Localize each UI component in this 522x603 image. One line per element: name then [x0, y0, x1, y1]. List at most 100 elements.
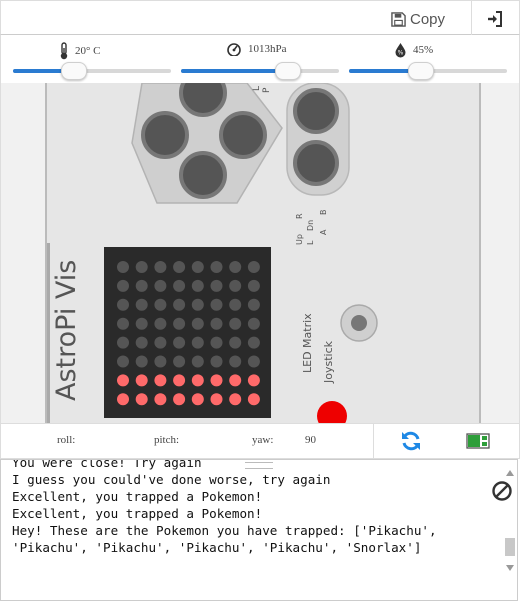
- pressure-slider-thumb[interactable]: [274, 62, 301, 80]
- led-pixel: [135, 279, 148, 292]
- yaw-label: yaw:: [252, 434, 274, 446]
- led-pixel: [154, 317, 167, 330]
- led-pixel: [117, 393, 129, 406]
- refresh-icon[interactable]: [400, 430, 422, 452]
- svg-text:%: %: [398, 50, 404, 57]
- joystick-knob[interactable]: [351, 315, 367, 331]
- led-pixel: [210, 279, 223, 292]
- led-pixel: [210, 355, 223, 368]
- copy-label: Copy: [410, 10, 446, 28]
- board-partial-label-2: P: [262, 87, 272, 93]
- led-pixel: [191, 298, 204, 311]
- led-pixel: [191, 261, 204, 273]
- led-pixel: [229, 374, 242, 387]
- board-partial-label: L: [252, 86, 262, 91]
- dpad-down-button[interactable]: [179, 151, 227, 199]
- button-a-label: A: [319, 229, 328, 235]
- humidity-slider-thumb[interactable]: [408, 62, 435, 80]
- pressure-slider[interactable]: [181, 62, 339, 80]
- dpad-left-label: L: [306, 240, 315, 245]
- led-pixel: [191, 393, 204, 406]
- gauge-icon: [227, 43, 241, 56]
- led-pixel: [154, 279, 167, 292]
- led-pixel: [154, 355, 167, 368]
- led-pixel: [247, 355, 260, 368]
- led-pixel: [173, 261, 186, 273]
- dpad-up-button[interactable]: [179, 83, 227, 117]
- humidity-control: % 45%: [349, 35, 507, 83]
- copy-button[interactable]: Copy: [391, 5, 445, 33]
- save-icon: [391, 11, 406, 27]
- led-pixel: [117, 279, 129, 292]
- temperature-slider-thumb[interactable]: [61, 62, 88, 80]
- humidity-slider[interactable]: [349, 62, 507, 80]
- led-pixel: [154, 393, 167, 406]
- scrollbar-thumb[interactable]: [505, 538, 515, 556]
- led-pixel: [247, 317, 260, 330]
- led-pixel: [229, 261, 242, 273]
- led-pixel: [135, 298, 148, 311]
- led-pixel: [229, 279, 242, 292]
- temperature-slider[interactable]: [13, 62, 171, 80]
- imu-bar: roll: pitch: yaw: 90: [0, 423, 520, 460]
- yaw-value: 90: [305, 434, 316, 446]
- roll-label: roll:: [57, 434, 76, 446]
- console-line: You were close! Try again: [12, 459, 202, 470]
- led-pixel: [173, 355, 186, 368]
- led-pixel: [191, 279, 204, 292]
- led-matrix: [104, 247, 271, 418]
- led-pixel: [117, 261, 129, 273]
- humidity-icon: %: [395, 43, 406, 58]
- toolbar-divider: [471, 1, 472, 36]
- button-a[interactable]: [293, 88, 339, 134]
- console-line: Excellent, you trapped a Pokemon!: [12, 489, 263, 504]
- imu-divider: [373, 424, 374, 460]
- sense-hat-icon[interactable]: [466, 433, 490, 449]
- joystick-label: Joystick: [322, 340, 335, 384]
- dpad-up-label: Up: [295, 234, 304, 245]
- console-line: Excellent, you trapped a Pokemon!: [12, 506, 263, 521]
- dpad-right-button[interactable]: [219, 111, 267, 159]
- led-pixel: [135, 393, 148, 406]
- console-line: Hey! These are the Pokemon you have trap…: [12, 523, 437, 538]
- board-viewport: L P Up L R Dn B A AstroPi Vis LED Matrix…: [0, 83, 520, 423]
- led-pixel: [173, 374, 186, 387]
- humidity-value: 45%: [413, 44, 434, 56]
- dpad-down-label: Dn: [306, 220, 315, 231]
- led-matrix-label: LED Matrix: [301, 313, 314, 373]
- led-pixel: [210, 298, 223, 311]
- led-pixel: [247, 298, 260, 311]
- button-b[interactable]: [293, 140, 339, 186]
- temperature-control: 20° C: [13, 35, 171, 83]
- sign-in-icon[interactable]: [485, 9, 505, 29]
- led-pixel: [154, 298, 167, 311]
- led-pixel: [210, 336, 223, 349]
- dpad-left-button[interactable]: [141, 111, 189, 159]
- led-pixel: [191, 374, 204, 387]
- led-pixel: [191, 336, 204, 349]
- led-pixel: [173, 298, 186, 311]
- led-pixel: [135, 261, 148, 273]
- led-pixel: [154, 336, 167, 349]
- led-pixel: [173, 336, 186, 349]
- led-pixel: [135, 336, 148, 349]
- led-pixel: [247, 261, 260, 273]
- led-pixel: [173, 393, 186, 406]
- board-title: AstroPi Vis: [51, 260, 82, 401]
- console-output[interactable]: You were close! Try again I guess you co…: [0, 459, 518, 601]
- led-pixel: [117, 355, 129, 368]
- led-pixel: [135, 355, 148, 368]
- dpad-right-label: R: [295, 213, 304, 219]
- console-line: 'Pikachu', 'Pikachu', 'Pikachu', 'Pikach…: [12, 540, 422, 555]
- led-pixel: [135, 317, 148, 330]
- led-pixel: [229, 336, 242, 349]
- led-pixel: [229, 317, 242, 330]
- sensor-panel: 20° C 1013hPa % 45%: [0, 35, 520, 83]
- pressure-control: 1013hPa: [181, 35, 339, 83]
- thermometer-icon: [60, 42, 68, 60]
- pressure-value: 1013hPa: [248, 43, 287, 55]
- led-pixel: [117, 298, 129, 311]
- led-pixel: [229, 298, 242, 311]
- led-pixel: [210, 317, 223, 330]
- console-scrollbar[interactable]: [503, 470, 515, 574]
